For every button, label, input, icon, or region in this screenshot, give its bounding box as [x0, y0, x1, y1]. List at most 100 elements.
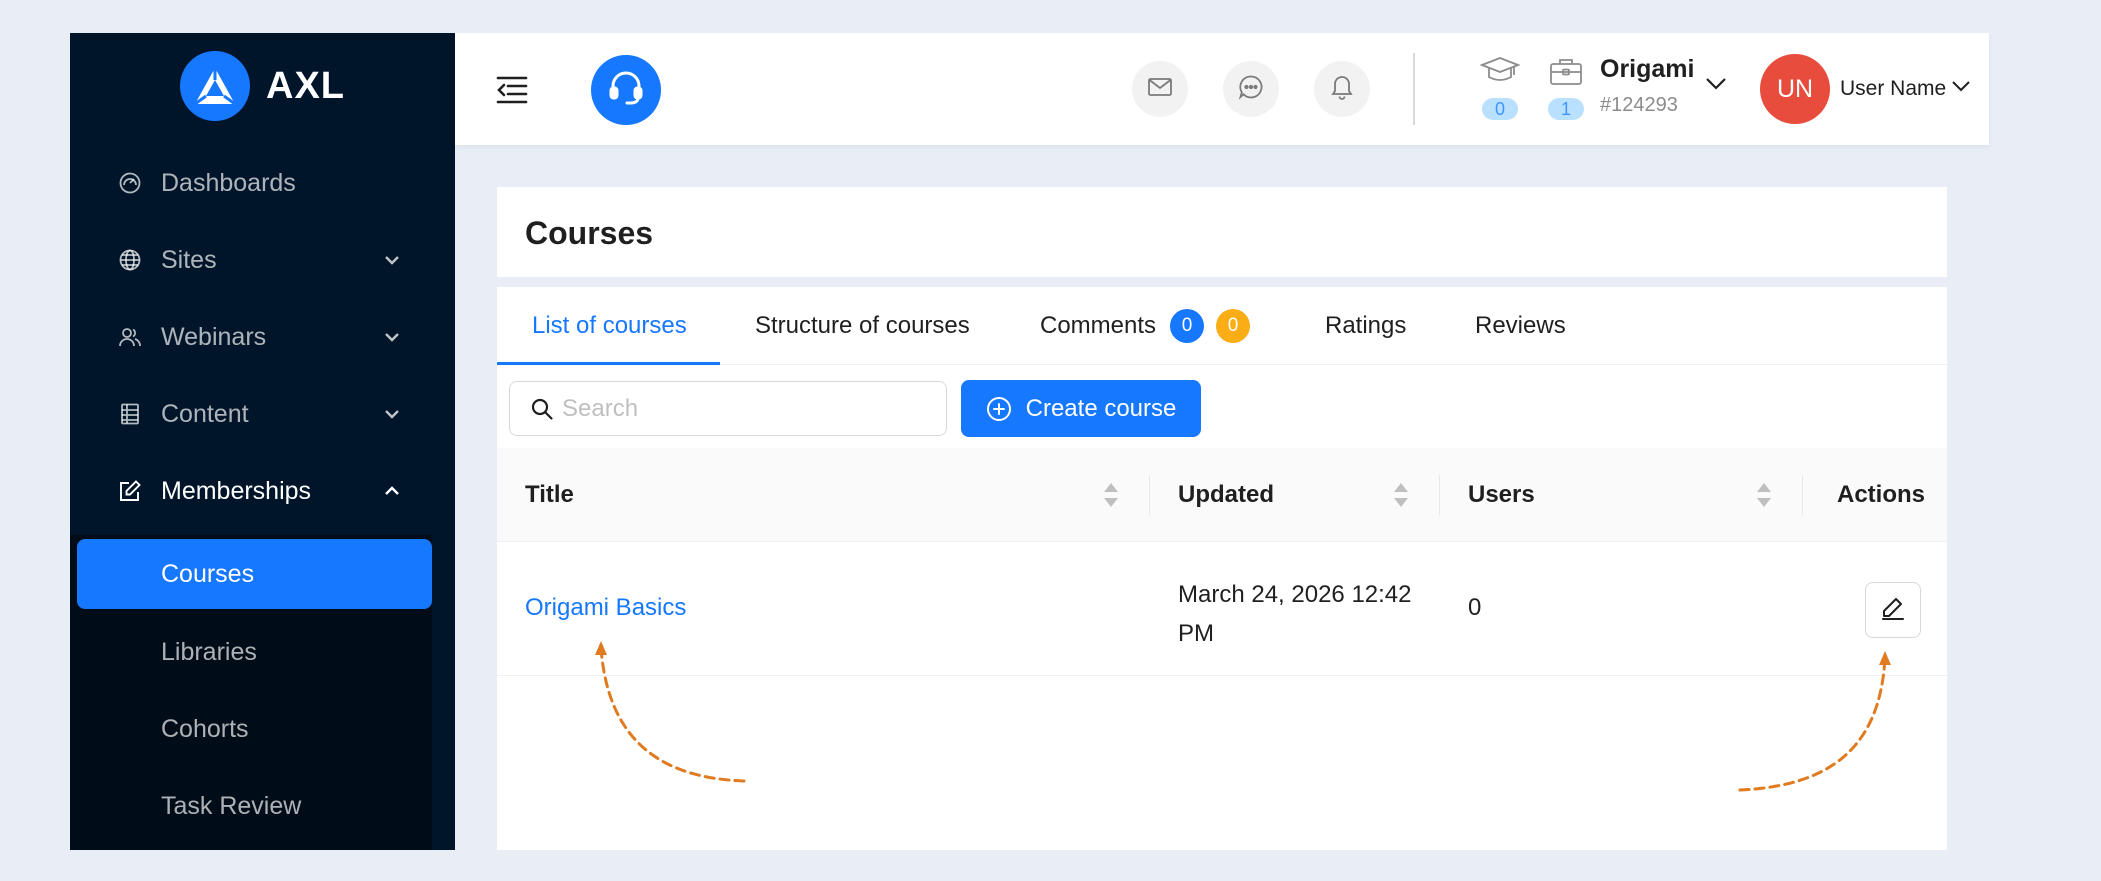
- bell-icon: [1330, 74, 1354, 105]
- account-id: #124293: [1600, 94, 1678, 116]
- chat-button[interactable]: [1223, 61, 1279, 117]
- column-header-title[interactable]: Title: [525, 448, 574, 542]
- tab-label: Structure of courses: [755, 312, 970, 339]
- column-separator: [1439, 475, 1440, 515]
- tab-reviews[interactable]: Reviews: [1475, 287, 1566, 365]
- header-divider: [1413, 53, 1415, 125]
- user-name[interactable]: User Name: [1840, 77, 1946, 101]
- sort-icon[interactable]: [1103, 481, 1119, 509]
- tab-structure-of-courses[interactable]: Structure of courses: [755, 287, 970, 365]
- chat-icon: [1238, 74, 1264, 105]
- notifications-button[interactable]: [1314, 61, 1370, 117]
- sidebar-item-label: Dashboards: [161, 168, 296, 197]
- column-header-label: Updated: [1178, 481, 1274, 508]
- sidebar-item-dashboards[interactable]: Dashboards: [70, 148, 455, 218]
- tab-comments[interactable]: Comments 0 0: [1040, 287, 1251, 365]
- tab-ratings[interactable]: Ratings: [1325, 287, 1406, 365]
- sidebar-item-task-review[interactable]: Task Review: [70, 771, 455, 841]
- sidebar-item-label: Webinars: [161, 322, 267, 351]
- graduation-cap-icon: [1479, 55, 1521, 92]
- active-tab-indicator: [497, 362, 720, 365]
- tab-label: Reviews: [1475, 312, 1566, 339]
- column-header-label: Users: [1468, 481, 1535, 508]
- column-header-label: Actions: [1837, 481, 1926, 508]
- updated-date: March 24, 2026 12:42: [1178, 581, 1412, 608]
- chevron-down-icon: [382, 327, 402, 347]
- logo-text: AXL: [266, 64, 345, 107]
- sort-icon[interactable]: [1756, 481, 1772, 509]
- search-field[interactable]: [509, 381, 947, 436]
- courses-count-badge: 0: [1482, 98, 1518, 120]
- headset-icon: [607, 69, 645, 112]
- course-users-count: 0: [1468, 594, 1482, 621]
- updated-time-suffix: PM: [1178, 620, 1214, 647]
- sidebar-item-libraries[interactable]: Libraries: [70, 617, 455, 687]
- avatar[interactable]: UN: [1760, 54, 1830, 124]
- column-header-actions: Actions: [1837, 448, 1925, 542]
- courses-panel: List of courses Structure of courses Com…: [497, 287, 1947, 850]
- chevron-down-icon: [382, 250, 402, 270]
- column-separator: [1149, 475, 1150, 515]
- create-course-label: Create course: [1025, 394, 1177, 422]
- table-header: Title Updated Users Actions: [497, 448, 1947, 542]
- column-header-users[interactable]: Users: [1468, 448, 1535, 542]
- column-separator: [1802, 475, 1803, 515]
- mail-button[interactable]: [1132, 61, 1188, 117]
- page-header: Courses: [497, 187, 1947, 277]
- chevron-down-icon[interactable]: [1705, 77, 1729, 101]
- content-icon: [117, 401, 143, 427]
- mail-icon: [1147, 76, 1173, 103]
- sidebar-item-label: Memberships: [161, 476, 312, 505]
- jobs-counter[interactable]: 1: [1546, 55, 1586, 120]
- globe-icon: [117, 247, 143, 273]
- support-button[interactable]: [591, 55, 661, 125]
- dashboard-icon: [117, 170, 143, 196]
- users-icon: [117, 324, 143, 350]
- tab-label: Ratings: [1325, 312, 1407, 339]
- sidebar-item-sites[interactable]: Sites: [70, 225, 455, 295]
- sidebar-item-courses[interactable]: Courses: [77, 539, 432, 609]
- sort-icon[interactable]: [1393, 481, 1409, 509]
- tabs: List of courses Structure of courses Com…: [497, 287, 1947, 365]
- edit-course-button[interactable]: [1865, 582, 1921, 638]
- sidebar-item-label: Courses: [161, 559, 255, 588]
- edit-square-icon: [117, 478, 143, 504]
- logo[interactable]: AXL: [180, 51, 345, 121]
- page-title: Courses: [525, 215, 654, 251]
- chevron-down-icon[interactable]: [1951, 79, 1973, 101]
- search-input[interactable]: [562, 394, 942, 423]
- sidebar-item-label: Task Review: [161, 791, 302, 820]
- comments-count-badge: 0: [1170, 309, 1205, 343]
- tab-label: List of courses: [532, 312, 687, 339]
- create-course-button[interactable]: Create course: [961, 380, 1201, 437]
- courses-counter[interactable]: 0: [1479, 55, 1521, 120]
- briefcase-icon: [1548, 55, 1584, 92]
- column-header-label: Title: [525, 481, 574, 508]
- course-title-link[interactable]: Origami Basics: [525, 594, 686, 622]
- sidebar-item-memberships[interactable]: Memberships: [70, 456, 455, 526]
- tab-list-of-courses[interactable]: List of courses: [532, 287, 687, 365]
- tab-label: Comments: [1040, 312, 1157, 339]
- top-header: 0 1 Origami #124293 UN User Name: [455, 33, 1989, 145]
- sidebar-item-label: Cohorts: [161, 714, 249, 743]
- table-row: Origami Basics March 24, 2026 12:42 PM 0: [497, 542, 1947, 676]
- sidebar-item-label: Sites: [161, 245, 217, 274]
- account-switcher[interactable]: Origami #124293: [1600, 55, 1694, 117]
- jobs-count-badge: 1: [1548, 98, 1584, 120]
- course-updated: March 24, 2026 12:42 PM: [1178, 575, 1412, 653]
- column-header-updated[interactable]: Updated: [1178, 448, 1274, 542]
- pending-comments-badge: 0: [1216, 309, 1251, 343]
- chevron-down-icon: [382, 404, 402, 424]
- sidebar-item-cohorts[interactable]: Cohorts: [70, 694, 455, 764]
- sidebar-item-content[interactable]: Content: [70, 379, 455, 449]
- logo-triangle-icon: [180, 51, 250, 121]
- menu-fold-icon[interactable]: [495, 73, 529, 107]
- chevron-up-icon: [382, 481, 402, 501]
- edit-pencil-icon: [1880, 595, 1906, 626]
- sidebar: AXL Dashboards Sites Webinars Content Me…: [70, 33, 455, 850]
- account-name: Origami: [1600, 55, 1695, 83]
- sidebar-item-label: Libraries: [161, 637, 257, 666]
- sidebar-item-label: Content: [161, 399, 249, 428]
- sidebar-item-webinars[interactable]: Webinars: [70, 302, 455, 372]
- plus-circle-icon: [986, 396, 1012, 422]
